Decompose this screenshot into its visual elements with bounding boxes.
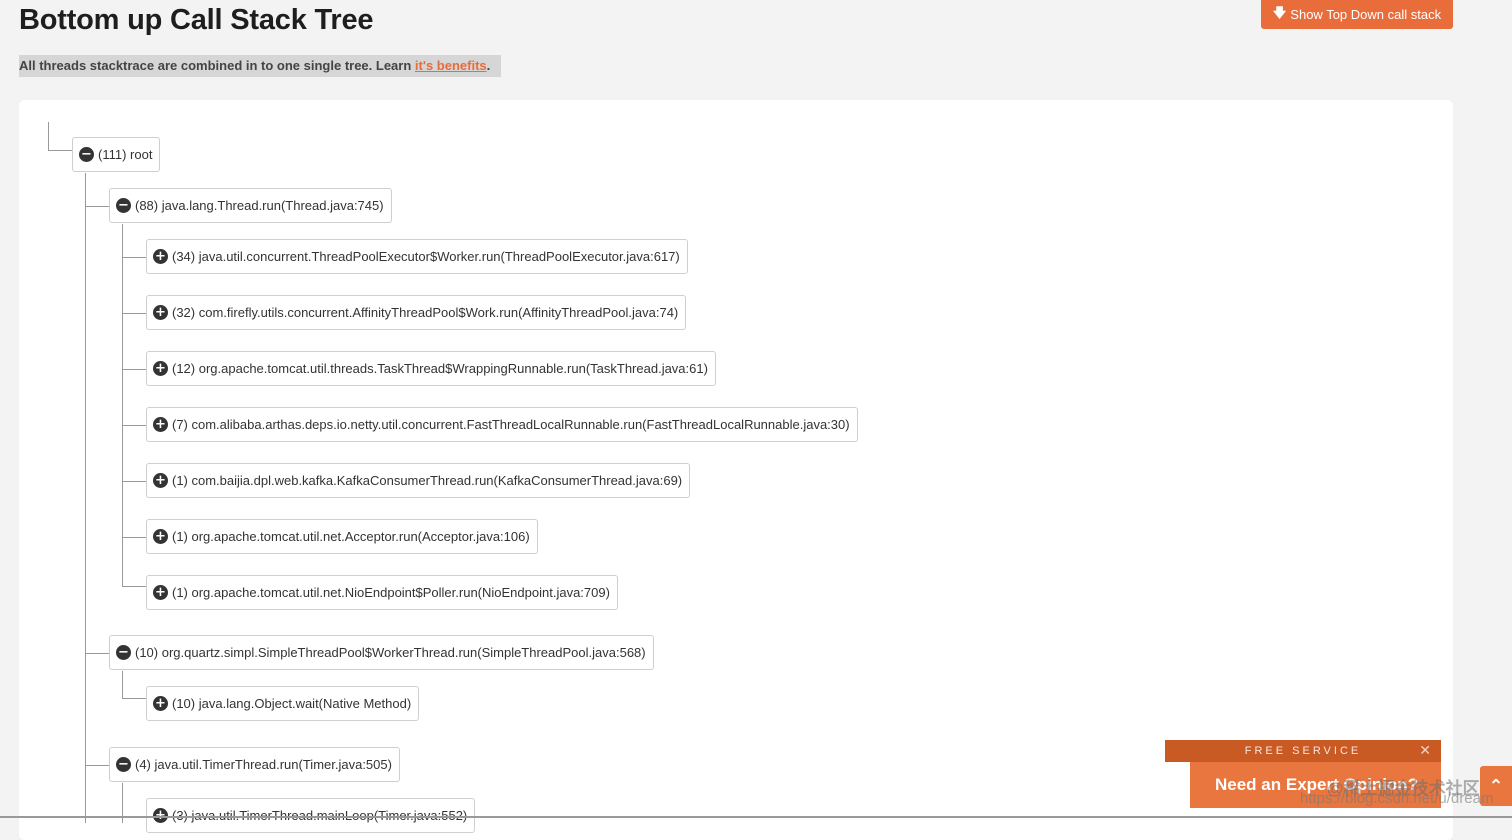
tree-connector xyxy=(122,257,146,258)
tree-node[interactable]: + (10) java.lang.Object.wait(Native Meth… xyxy=(146,686,420,721)
tree-connector xyxy=(122,537,146,538)
arrow-down-icon: 🡇 xyxy=(1272,4,1287,20)
intro-text-end: . xyxy=(486,58,491,73)
tree-node-label: (4) java.util.TimerThread.run(Timer.java… xyxy=(135,757,392,772)
tree-node-label: (7) com.alibaba.arthas.deps.io.netty.uti… xyxy=(172,417,850,432)
tree-connector xyxy=(122,224,123,586)
show-top-down-label: Show Top Down call stack xyxy=(1290,7,1442,22)
expand-icon[interactable]: + xyxy=(153,305,168,320)
tree-connector xyxy=(122,586,146,587)
tree-node-label: (1) org.apache.tomcat.util.net.Acceptor.… xyxy=(172,529,530,544)
tree-connector xyxy=(48,122,49,150)
collapse-icon[interactable]: − xyxy=(79,147,94,162)
tree-node-label: (32) com.firefly.utils.concurrent.Affini… xyxy=(172,305,679,320)
tree-node-label: (111) root xyxy=(98,147,153,162)
tree-node[interactable]: + (12) org.apache.tomcat.util.threads.Ta… xyxy=(146,351,716,386)
tree-connector xyxy=(48,150,72,151)
tree-connector xyxy=(122,481,146,482)
tree-connector xyxy=(85,173,86,823)
tree-connector xyxy=(85,653,109,654)
tree-connector xyxy=(122,313,146,314)
tree-node-label: (88) java.lang.Thread.run(Thread.java:74… xyxy=(135,198,384,213)
tree-panel: − (111) root − (88) java.lang.Thread.run… xyxy=(19,100,1453,840)
free-service-label: FREE SERVICE xyxy=(1244,745,1362,757)
tree-node[interactable]: + (1) org.apache.tomcat.util.net.NioEndp… xyxy=(146,575,618,610)
tree-node[interactable]: + (7) com.alibaba.arthas.deps.io.netty.u… xyxy=(146,407,858,442)
tree-node-label: (1) org.apache.tomcat.util.net.NioEndpoi… xyxy=(172,585,610,600)
watermark-url: https://blog.csdn.net/u/dream xyxy=(1300,790,1494,807)
tree-node[interactable]: − (88) java.lang.Thread.run(Thread.java:… xyxy=(109,188,392,223)
tree-node-label: (10) org.quartz.simpl.SimpleThreadPool$W… xyxy=(135,645,646,660)
expand-icon[interactable]: + xyxy=(153,361,168,376)
tree-node-label: (12) org.apache.tomcat.util.threads.Task… xyxy=(172,361,708,376)
expand-icon[interactable]: + xyxy=(153,473,168,488)
expand-icon[interactable]: + xyxy=(153,696,168,711)
tree-node[interactable]: + (1) org.apache.tomcat.util.net.Accepto… xyxy=(146,519,538,554)
show-top-down-button[interactable]: 🡇 Show Top Down call stack xyxy=(1261,0,1453,29)
intro-text-main: All threads stacktrace are combined in t… xyxy=(19,58,415,73)
expand-icon[interactable]: + xyxy=(153,417,168,432)
close-icon[interactable]: ✕ xyxy=(1419,742,1431,759)
tree-connector xyxy=(85,206,109,207)
collapse-icon[interactable]: − xyxy=(116,757,131,772)
collapse-icon[interactable]: − xyxy=(116,198,131,213)
expand-icon[interactable]: + xyxy=(153,585,168,600)
tree-connector xyxy=(122,671,123,698)
tree-connector xyxy=(122,425,146,426)
tree-node-label: (34) java.util.concurrent.ThreadPoolExec… xyxy=(172,249,680,264)
tree-connector xyxy=(122,698,146,699)
tree-node[interactable]: − (4) java.util.TimerThread.run(Timer.ja… xyxy=(109,747,400,782)
tree-connector xyxy=(122,369,146,370)
tree-connector xyxy=(85,765,109,766)
intro-text: All threads stacktrace are combined in t… xyxy=(19,55,501,77)
expand-icon[interactable]: + xyxy=(153,249,168,264)
benefits-link[interactable]: it's benefits xyxy=(415,58,487,73)
tree-node[interactable]: + (34) java.util.concurrent.ThreadPoolEx… xyxy=(146,239,688,274)
tree-node-label: (10) java.lang.Object.wait(Native Method… xyxy=(172,696,412,711)
tree-node[interactable]: − (10) org.quartz.simpl.SimpleThreadPool… xyxy=(109,635,654,670)
page-title: Bottom up Call Stack Tree xyxy=(19,4,374,36)
collapse-icon[interactable]: − xyxy=(116,645,131,660)
tree-node-label: (1) com.baijia.dpl.web.kafka.KafkaConsum… xyxy=(172,473,683,488)
tree-node[interactable]: + (32) com.firefly.utils.concurrent.Affi… xyxy=(146,295,687,330)
expand-icon[interactable]: + xyxy=(153,529,168,544)
free-service-banner: FREE SERVICE ✕ xyxy=(1165,740,1441,762)
tree-node[interactable]: + (1) com.baijia.dpl.web.kafka.KafkaCons… xyxy=(146,463,691,498)
tree-node-root[interactable]: − (111) root xyxy=(72,137,161,172)
